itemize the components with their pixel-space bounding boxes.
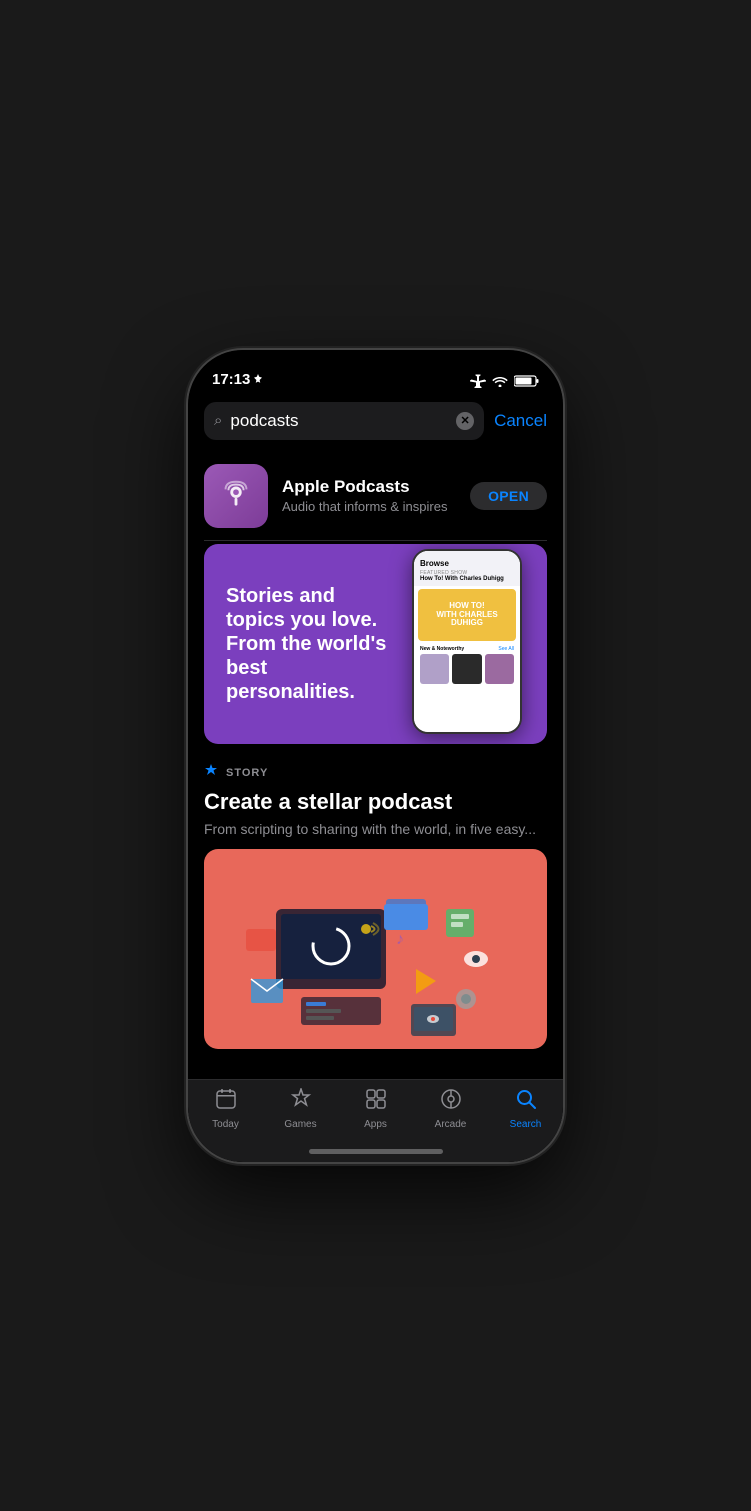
svg-text:♪: ♪ — [396, 931, 404, 948]
arcade-svg-icon — [440, 1088, 462, 1110]
story-title: Create a stellar podcast — [204, 789, 547, 815]
mockup-section-title: New & Noteworthy — [420, 646, 464, 652]
battery-icon — [514, 375, 539, 387]
tab-arcade[interactable]: Arcade — [413, 1088, 488, 1130]
games-svg-icon — [290, 1088, 312, 1110]
appstore-icon-svg — [204, 764, 218, 778]
story-label-row: STORY — [204, 764, 547, 781]
home-indicator — [309, 1149, 443, 1154]
mockup-section: New & Noteworthy See All — [414, 644, 520, 686]
cancel-button[interactable]: Cancel — [494, 411, 547, 431]
clear-button[interactable]: ✕ — [456, 412, 474, 430]
story-description: From scripting to sharing with the world… — [204, 821, 547, 837]
search-query[interactable]: podcasts — [230, 411, 448, 431]
app-icon — [204, 464, 268, 528]
apps-svg-icon — [365, 1088, 387, 1110]
tab-games[interactable]: Games — [263, 1088, 338, 1130]
today-svg-icon — [215, 1088, 237, 1110]
mockup-card-3 — [485, 654, 514, 684]
promo-headline: Stories and topics you love. From the wo… — [226, 584, 387, 704]
see-all-label: See All — [498, 646, 514, 652]
bottom-spacer — [188, 1057, 563, 1077]
promo-text-side: Stories and topics you love. From the wo… — [204, 544, 387, 744]
arcade-icon — [440, 1088, 462, 1116]
mockup-banner: HOW TO!WITH CHARLESDUHIGG — [418, 589, 516, 641]
search-icon: ⌕ — [214, 412, 222, 429]
mockup-screen: Browse FEATURED SHOW How To! With Charle… — [414, 551, 520, 732]
status-time: 17:13 — [212, 371, 264, 388]
story-tag: STORY — [226, 767, 268, 779]
app-result-row: Apple Podcasts Audio that informs & insp… — [188, 452, 563, 540]
tab-today-label: Today — [212, 1119, 239, 1130]
phone-frame: 17:13 — [188, 350, 563, 1162]
mockup-browse: Browse FEATURED SHOW How To! With Charle… — [414, 551, 520, 586]
search-row: ⌕ podcasts ✕ Cancel — [204, 402, 547, 440]
mockup-browse-title: Browse — [420, 559, 514, 568]
status-icons — [470, 374, 539, 388]
search-bar[interactable]: ⌕ podcasts ✕ — [204, 402, 484, 440]
promo-image-side: Browse FEATURED SHOW How To! With Charle… — [387, 544, 547, 744]
mockup-featured-name: How To! With Charles Duhigg — [420, 576, 514, 582]
divider — [204, 540, 547, 541]
search-svg-icon — [515, 1088, 537, 1110]
today-icon — [215, 1088, 237, 1116]
tab-search[interactable]: Search — [488, 1088, 563, 1130]
apps-icon — [365, 1088, 387, 1116]
app-name: Apple Podcasts — [282, 477, 456, 497]
search-area: ⌕ podcasts ✕ Cancel — [188, 394, 563, 452]
clock: 17:13 — [212, 371, 250, 388]
open-button[interactable]: OPEN — [470, 482, 547, 510]
tab-games-label: Games — [284, 1119, 316, 1130]
mockup-card-1 — [420, 654, 449, 684]
phone-mockup: Browse FEATURED SHOW How To! With Charle… — [412, 549, 522, 734]
screen: 17:13 — [188, 350, 563, 1162]
story-illustration: ♪ — [216, 849, 536, 1049]
tab-search-label: Search — [510, 1119, 542, 1130]
story-image[interactable]: ♪ — [204, 849, 547, 1049]
tab-apps[interactable]: Apps — [338, 1088, 413, 1130]
location-icon — [254, 374, 264, 384]
app-info: Apple Podcasts Audio that informs & insp… — [282, 477, 456, 514]
podcasts-app-icon-svg — [217, 477, 255, 515]
mockup-banner-text: HOW TO!WITH CHARLESDUHIGG — [434, 600, 499, 630]
app-store-icon — [204, 764, 218, 781]
app-subtitle: Audio that informs & inspires — [282, 499, 456, 514]
notch — [298, 350, 453, 380]
content-area: Apple Podcasts Audio that informs & insp… — [188, 452, 563, 1079]
tab-today[interactable]: Today — [188, 1088, 263, 1130]
wifi-icon — [492, 375, 508, 387]
tab-apps-label: Apps — [364, 1119, 387, 1130]
story-section: STORY Create a stellar podcast From scri… — [188, 744, 563, 1057]
airplane-icon — [470, 374, 486, 388]
search-tab-icon — [515, 1088, 537, 1116]
mockup-card-2 — [452, 654, 481, 684]
games-icon — [290, 1088, 312, 1116]
mockup-cards — [420, 654, 514, 684]
tab-arcade-label: Arcade — [435, 1119, 467, 1130]
promo-banner[interactable]: Stories and topics you love. From the wo… — [204, 544, 547, 744]
